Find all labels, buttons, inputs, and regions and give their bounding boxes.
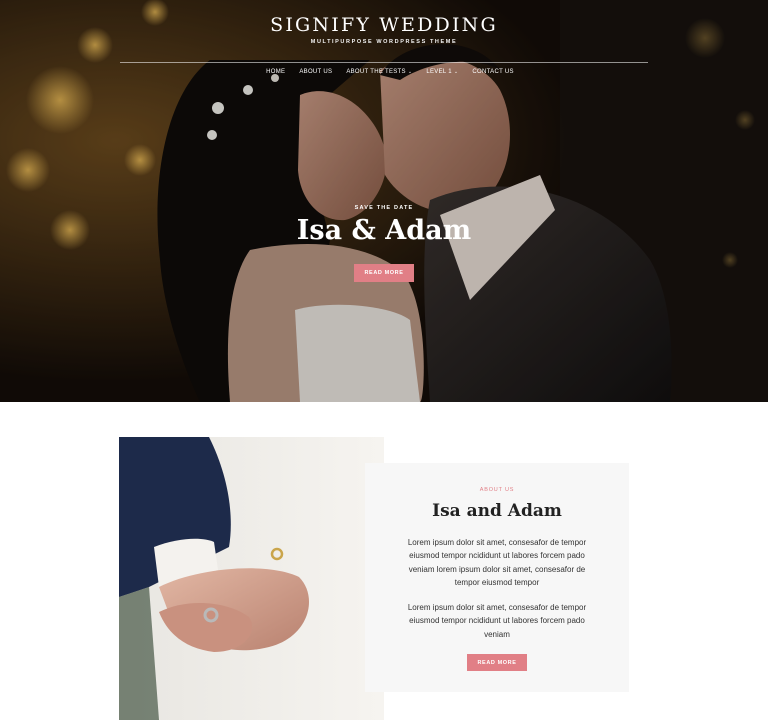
nav-item-about-the-tests[interactable]: ABOUT THE TESTS ⌄: [339, 69, 419, 75]
hands-rings-image: [119, 437, 384, 720]
nav-item-label: CONTACT US: [472, 69, 514, 75]
nav-item-label: HOME: [266, 69, 286, 75]
about-eyebrow: ABOUT US: [479, 487, 515, 493]
nav-item-label: ABOUT THE TESTS: [346, 69, 406, 75]
about-title: Isa and Adam: [432, 501, 562, 521]
header-divider: [120, 62, 648, 63]
chevron-down-icon: ⌄: [453, 69, 459, 75]
about-hands-photo: [119, 437, 384, 720]
hero-read-more-button[interactable]: READ MORE: [354, 264, 414, 282]
hero-eyebrow: SAVE THE DATE: [354, 205, 414, 211]
hero-overlay: [0, 0, 768, 402]
about-card: ABOUT US Isa and Adam Lorem ipsum dolor …: [365, 463, 629, 692]
nav-item-level-1[interactable]: LEVEL 1 ⌄: [419, 69, 465, 75]
nav-item-label: LEVEL 1: [426, 69, 452, 75]
hero-banner: SIGNIFY WEDDING MULTIPURPOSE WORDPRESS T…: [0, 0, 768, 402]
nav-item-label: ABOUT US: [299, 69, 333, 75]
site-title[interactable]: SIGNIFY WEDDING: [0, 14, 768, 36]
nav-item-about-us[interactable]: ABOUT US: [292, 69, 339, 75]
hero-heading: Isa & Adam: [296, 215, 472, 246]
chevron-down-icon: ⌄: [407, 69, 413, 75]
about-paragraph-2: Lorem ipsum dolor sit amet, consesafor d…: [407, 603, 587, 639]
about-paragraph-1: Lorem ipsum dolor sit amet, consesafor d…: [407, 538, 587, 588]
nav-item-home[interactable]: HOME: [259, 69, 292, 75]
site-tagline: MULTIPURPOSE WORDPRESS THEME: [310, 39, 458, 45]
main-navigation: HOME ABOUT US ABOUT THE TESTS ⌄ LEVEL 1 …: [0, 69, 768, 75]
about-read-more-button[interactable]: READ MORE: [467, 654, 527, 671]
nav-item-contact-us[interactable]: CONTACT US: [465, 69, 520, 75]
